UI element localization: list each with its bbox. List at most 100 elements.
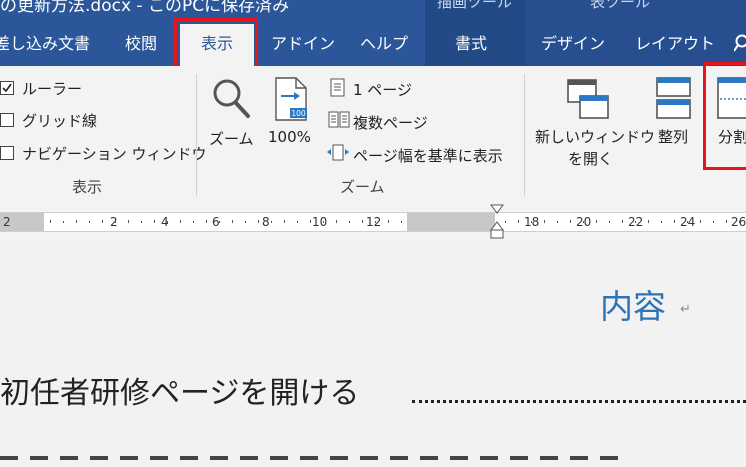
new-window-icon xyxy=(567,79,609,119)
toc-dot-leader xyxy=(412,400,746,403)
group-separator xyxy=(524,74,525,196)
arrange-all-icon xyxy=(656,77,691,119)
ruler-tick xyxy=(232,220,233,223)
document-title: の更新方法.docx - このPCに保存済み xyxy=(0,0,290,16)
toc-heading: 内容 xyxy=(600,287,666,326)
ruler-label: 12 xyxy=(366,215,382,229)
tab-layout[interactable]: レイアウト xyxy=(635,22,715,66)
ruler-tick xyxy=(50,220,51,223)
ruler-tick xyxy=(206,220,207,223)
zoom-label: ズーム xyxy=(209,130,254,148)
ruler-tick xyxy=(700,220,701,223)
ruler-tick xyxy=(323,221,324,223)
ruler-label: ルーラー xyxy=(22,80,83,98)
arrange-all-label: 整列 xyxy=(658,128,689,146)
indent-marker-icon[interactable] xyxy=(488,204,506,240)
ruler-margin-mid xyxy=(407,213,495,231)
ruler-tick xyxy=(297,221,298,223)
new-window-label-line2: を開く xyxy=(568,150,614,168)
ruler-tick xyxy=(284,220,285,223)
ruler-tick xyxy=(583,221,584,223)
group-label-show: 表示 xyxy=(72,178,103,196)
ruler-label: 8 xyxy=(262,215,270,229)
ruler-tick xyxy=(336,220,337,223)
document-area[interactable]: 内容 ↵ 初任者研修ページを開ける xyxy=(0,240,746,467)
highlight-view-tab xyxy=(174,18,258,70)
tab-format[interactable]: 書式 xyxy=(455,22,487,66)
ruler-tick xyxy=(154,220,155,223)
ruler-tick xyxy=(518,220,519,223)
highlight-split-button xyxy=(703,62,746,170)
ruler-tick xyxy=(115,221,116,223)
page-100-icon-text: 100 xyxy=(291,109,306,118)
ruler-tick xyxy=(388,220,389,223)
checkmark-icon xyxy=(2,83,12,93)
context-label-drawing-tools: 描画ツール xyxy=(437,0,513,11)
ruler-tick xyxy=(635,221,636,223)
ruler-tick xyxy=(128,220,129,223)
ruler-tick xyxy=(375,221,376,223)
context-label-table-tools: 表ツール xyxy=(590,0,651,11)
ruler-tick xyxy=(245,221,246,223)
ruler-label: 2 xyxy=(110,215,118,229)
page-width-label: ページ幅を基準に表示 xyxy=(353,147,503,165)
navigation-pane-checkbox[interactable] xyxy=(0,146,14,160)
ruler-tick xyxy=(401,221,402,223)
ruler-label: 2 xyxy=(3,215,11,229)
gridlines-label: グリッド線 xyxy=(22,112,98,130)
tab-design[interactable]: デザイン xyxy=(541,22,605,66)
ruler-tick xyxy=(557,221,558,223)
multiple-pages-icon xyxy=(328,111,350,128)
ruler-tick xyxy=(726,220,727,223)
ruler-tick xyxy=(310,220,311,223)
ruler-tick xyxy=(609,221,610,223)
tell-me-search-icon[interactable] xyxy=(734,34,746,54)
ruler-tick xyxy=(219,221,220,223)
ruler-tick xyxy=(544,220,545,223)
ruler-tick xyxy=(167,221,168,223)
ruler-tick xyxy=(531,221,532,223)
ruler-label: 10 xyxy=(312,215,328,229)
navigation-pane-label: ナビゲーション ウィンドウ xyxy=(22,145,207,163)
ruler-tick xyxy=(570,220,571,223)
ruler-tick xyxy=(596,220,597,223)
ruler-tick xyxy=(180,220,181,223)
zoom-100-label: 100% xyxy=(268,128,311,146)
ruler-tick xyxy=(63,221,64,223)
paragraph-mark-icon: ↵ xyxy=(680,302,691,317)
group-separator xyxy=(196,74,197,196)
tab-review[interactable]: 校閲 xyxy=(125,22,157,66)
ruler-tick xyxy=(622,220,623,223)
ruler-tick xyxy=(687,221,688,223)
gridlines-checkbox[interactable] xyxy=(0,113,14,127)
magnifier-icon xyxy=(213,79,250,118)
ruler-tick xyxy=(362,220,363,223)
ruler-tick xyxy=(271,221,272,223)
ruler-tick xyxy=(258,220,259,223)
tab-addins[interactable]: アドイン xyxy=(271,22,335,66)
ruler-tick xyxy=(661,221,662,223)
ruler-tick xyxy=(193,221,194,223)
group-label-zoom: ズーム xyxy=(340,178,385,196)
page-width-icon xyxy=(327,144,349,161)
one-page-label: 1 ページ xyxy=(353,81,413,99)
page-100-icon: 100 xyxy=(275,77,307,121)
ruler-tick xyxy=(674,220,675,223)
new-window-label-line1: 新しいウィンドウ xyxy=(535,128,656,146)
ruler-strip: 2 2 4 6 8 10 12 18 20 22 24 26 xyxy=(0,212,746,232)
ribbon-tab-bar: 差し込み文書 校閲 表示 アドイン ヘルプ 書式 デザイン レイアウト xyxy=(0,22,746,66)
tab-help[interactable]: ヘルプ xyxy=(360,22,408,66)
tab-mailings[interactable]: 差し込み文書 xyxy=(0,22,90,66)
toc-entry[interactable]: 初任者研修ページを開ける xyxy=(0,368,359,412)
next-line-fragment xyxy=(0,456,746,467)
ruler-tick xyxy=(349,221,350,223)
ruler-tick xyxy=(739,221,740,223)
ruler-tick xyxy=(76,220,77,223)
multiple-pages-label: 複数ページ xyxy=(353,114,428,132)
ruler-checkbox[interactable] xyxy=(0,81,14,95)
ruler-tick xyxy=(648,220,649,223)
one-page-icon xyxy=(330,78,345,97)
ruler-tick xyxy=(89,221,90,223)
ruler-tick xyxy=(102,220,103,223)
horizontal-ruler[interactable]: 2 2 4 6 8 10 12 18 20 22 24 26 xyxy=(0,204,746,240)
